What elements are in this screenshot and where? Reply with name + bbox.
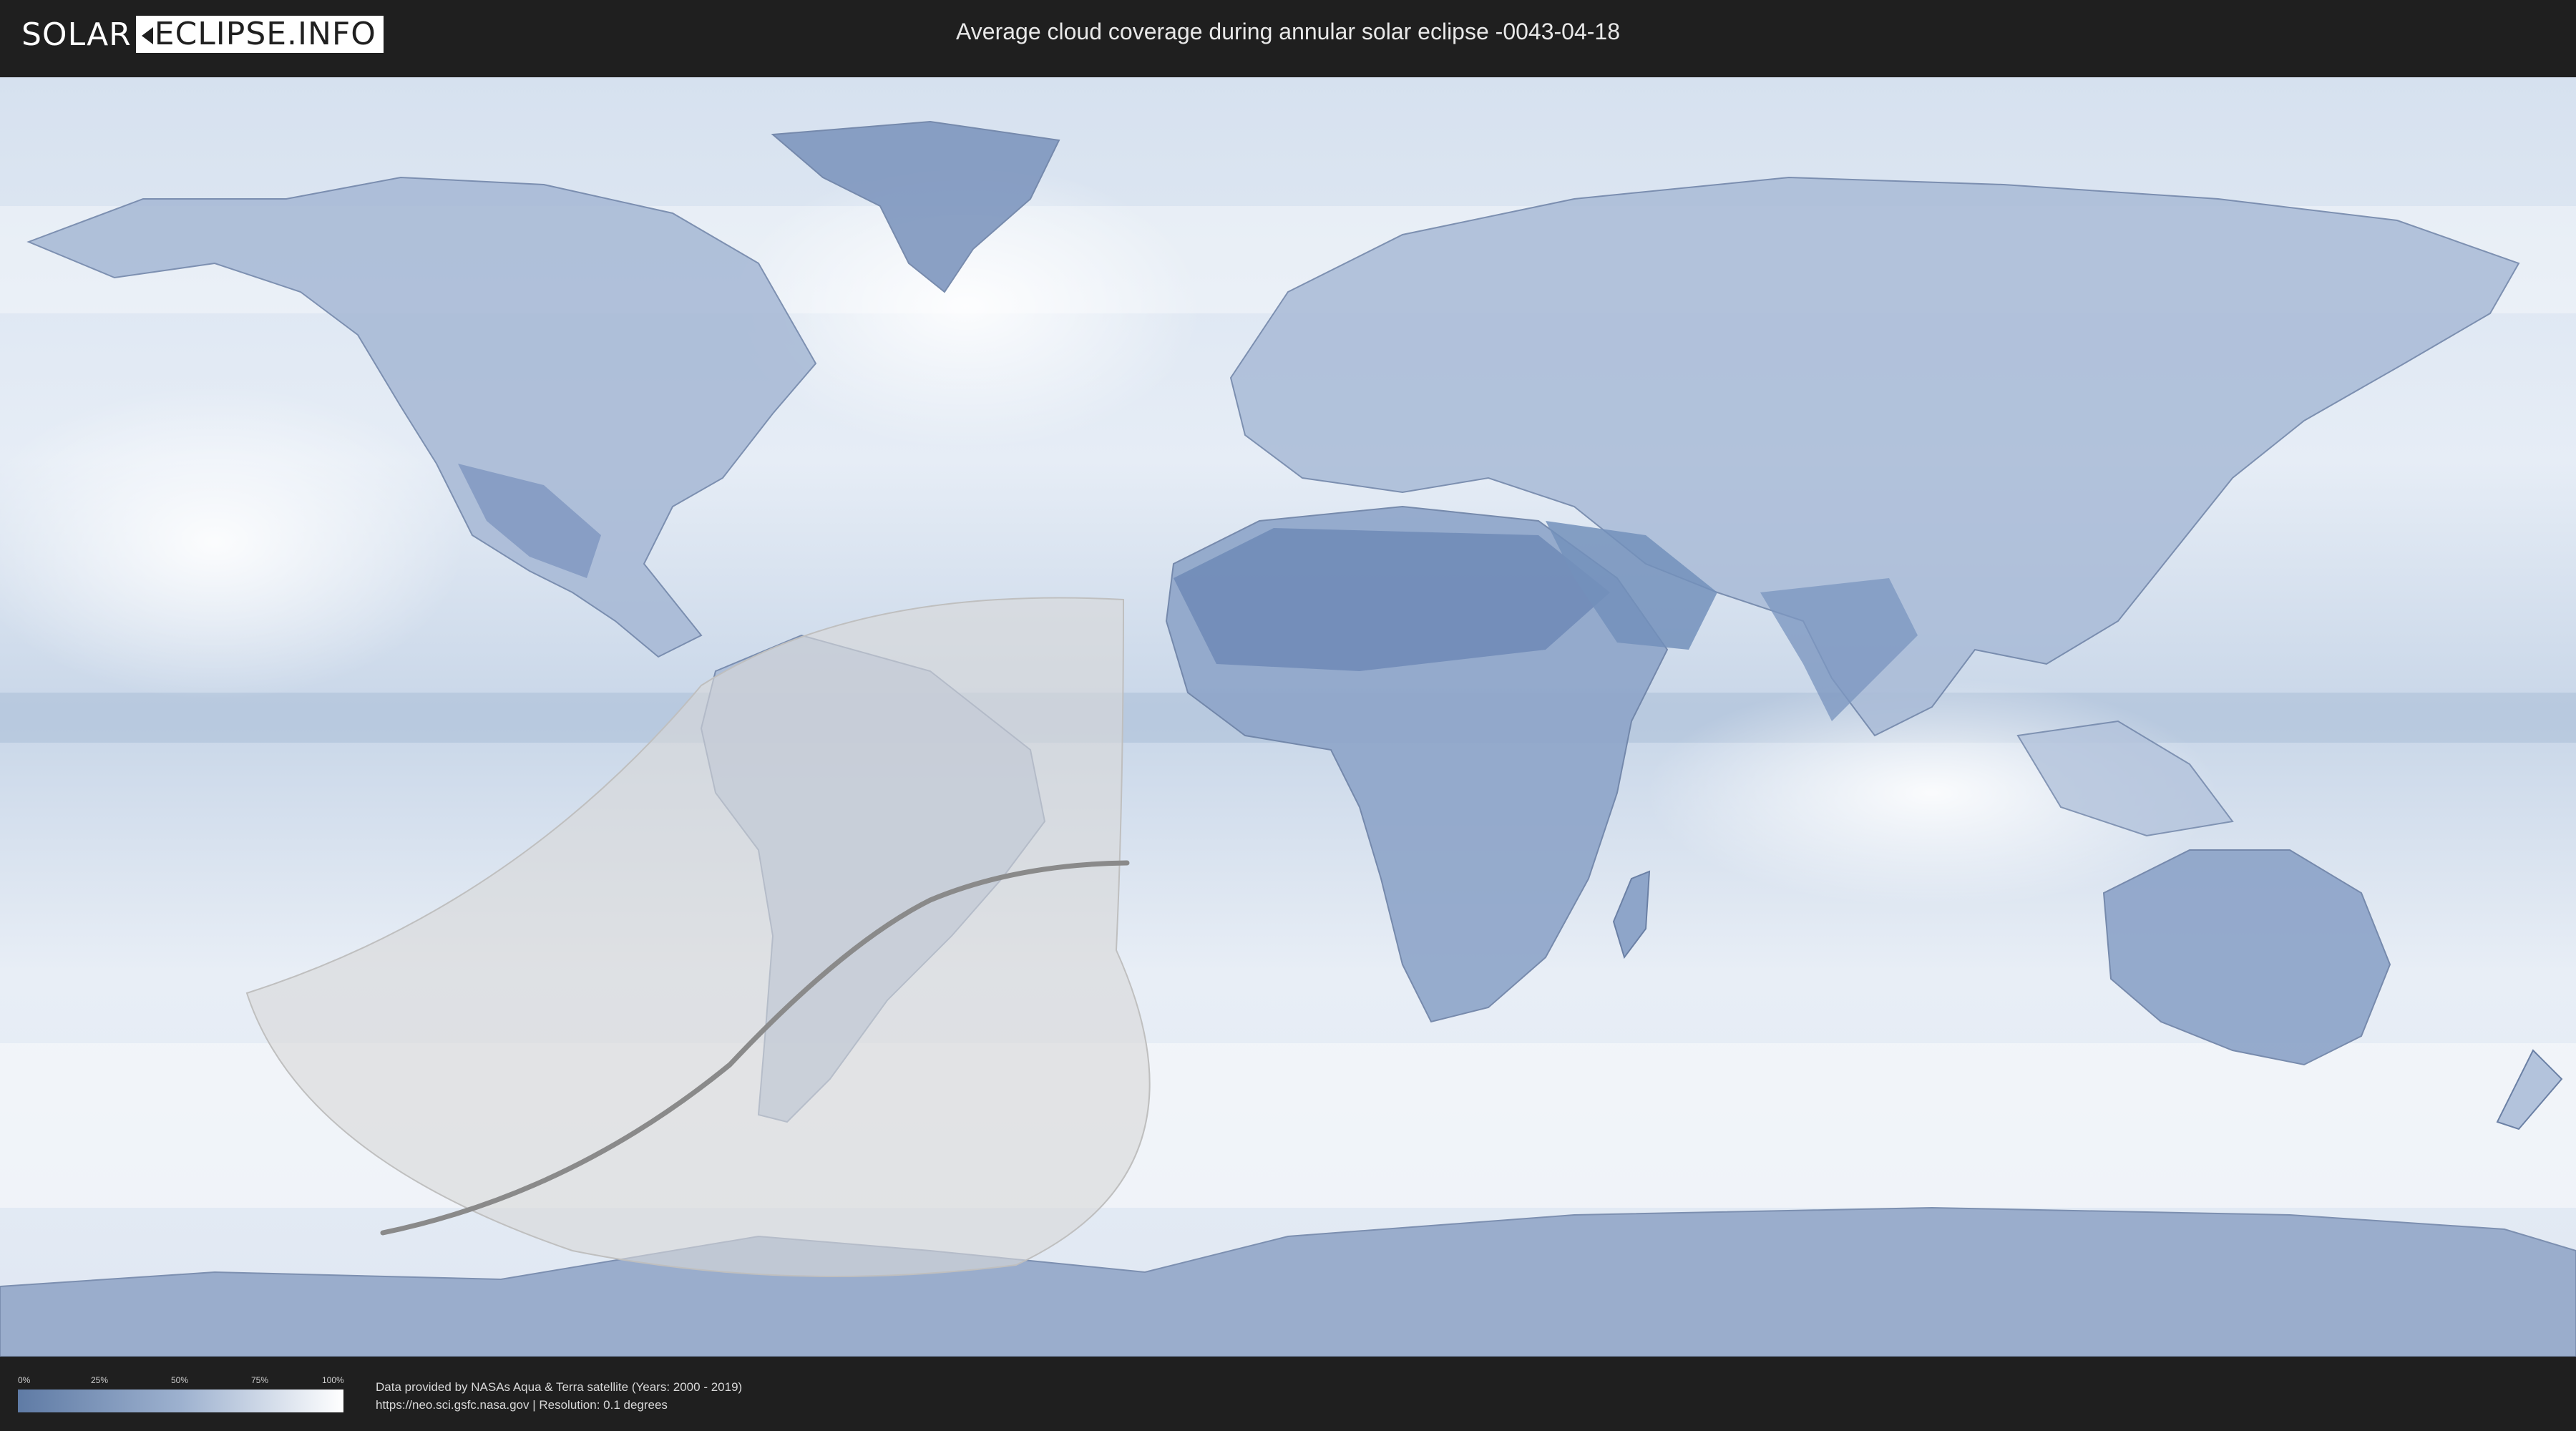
page-title: Average cloud coverage during annular so… [956,19,1620,44]
header-bar: SOLAR ECLIPSE.INFO Average cloud coverag… [0,0,2576,72]
region-sahara-low-cloud [1174,528,1610,671]
cloud-coverage-map[interactable] [0,77,2576,1357]
credits-line-source: Data provided by NASAs Aqua & Terra sate… [376,1380,743,1394]
data-credits: Data provided by NASAs Aqua & Terra sate… [376,1378,742,1414]
credits-line-url: https://neo.sci.gsfc.nasa.gov | Resoluti… [376,1398,668,1412]
cloud-coverage-legend: 0% 25% 50% 75% 100% [18,1375,344,1412]
legend-gradient-bar [18,1390,343,1412]
legend-tick-100: 100% [322,1375,344,1385]
legend-ticks: 0% 25% 50% 75% 100% [18,1375,344,1387]
legend-tick-50: 50% [171,1375,189,1385]
legend-tick-25: 25% [91,1375,109,1385]
legend-tick-0: 0% [18,1375,31,1385]
legend-tick-75: 75% [251,1375,269,1385]
